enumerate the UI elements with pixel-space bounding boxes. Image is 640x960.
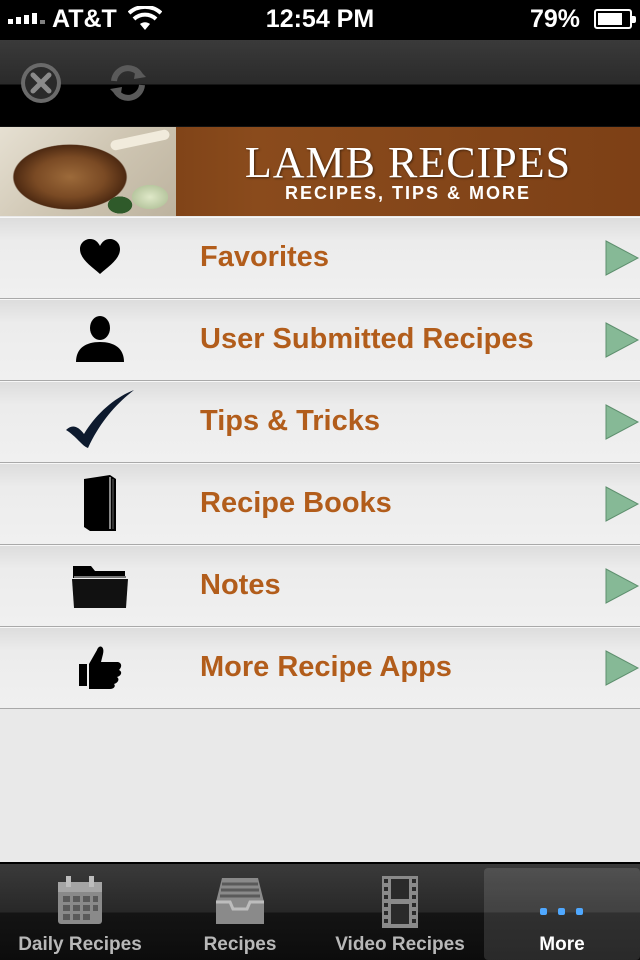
- checkmark-icon: [60, 389, 140, 453]
- menu-item-user-submitted-recipes[interactable]: User Submitted Recipes: [0, 299, 640, 381]
- menu-item-more-recipe-apps[interactable]: More Recipe Apps: [0, 627, 640, 709]
- film-strip-icon: [382, 876, 418, 928]
- menu-list: Favorites User Submitted Recipes Tips & …: [0, 217, 640, 709]
- menu-item-recipe-books[interactable]: Recipe Books: [0, 463, 640, 545]
- battery-icon: [594, 9, 636, 29]
- banner-subtitle: RECIPES, TIPS & MORE: [284, 183, 532, 203]
- menu-item-label: Tips & Tricks: [200, 405, 380, 437]
- inbox-tray-icon: [216, 878, 264, 924]
- chevron-right-icon: [605, 486, 640, 522]
- chevron-right-icon: [605, 404, 640, 440]
- folder-icon: [60, 553, 140, 617]
- tab-recipes[interactable]: Recipes: [162, 868, 318, 960]
- tab-daily-recipes[interactable]: Daily Recipes: [2, 868, 158, 960]
- user-icon: [60, 307, 140, 371]
- tab-bar: Daily Recipes Recipes Video Recipes More: [0, 862, 640, 960]
- menu-item-label: User Submitted Recipes: [200, 323, 534, 355]
- banner-title: LAMB RECIPES: [244, 138, 572, 187]
- menu-item-label: Recipe Books: [200, 487, 392, 519]
- app-banner: LAMB RECIPES RECIPES, TIPS & MORE: [0, 127, 640, 216]
- menu-item-label: More Recipe Apps: [200, 651, 452, 683]
- calendar-icon: [58, 876, 102, 924]
- toolbar: [0, 40, 640, 127]
- tab-label: Recipes: [203, 934, 277, 955]
- close-icon[interactable]: [19, 61, 63, 105]
- lamb-dish-photo: [0, 127, 176, 216]
- more-dots-icon: [540, 908, 583, 915]
- chevron-right-icon: [605, 568, 640, 604]
- menu-item-notes[interactable]: Notes: [0, 545, 640, 627]
- status-bar: AT&T 12:54 PM 79%: [0, 0, 640, 40]
- book-icon: [60, 471, 140, 535]
- menu-item-label: Notes: [200, 569, 281, 601]
- chevron-right-icon: [605, 650, 640, 686]
- menu-item-tips-and-tricks[interactable]: Tips & Tricks: [0, 381, 640, 463]
- menu-item-label: Favorites: [200, 241, 329, 273]
- chevron-right-icon: [605, 240, 640, 276]
- heart-icon: [60, 225, 140, 289]
- tab-label: More: [539, 934, 585, 955]
- tab-video-recipes[interactable]: Video Recipes: [322, 868, 478, 960]
- refresh-icon[interactable]: [106, 61, 150, 105]
- tab-more[interactable]: More: [484, 868, 640, 960]
- tab-label: Daily Recipes: [18, 934, 142, 955]
- battery-percentage: 79%: [529, 5, 580, 33]
- thumbs-up-icon: [60, 635, 140, 699]
- menu-item-favorites[interactable]: Favorites: [0, 217, 640, 299]
- chevron-right-icon: [605, 322, 640, 358]
- tab-label: Video Recipes: [335, 934, 465, 955]
